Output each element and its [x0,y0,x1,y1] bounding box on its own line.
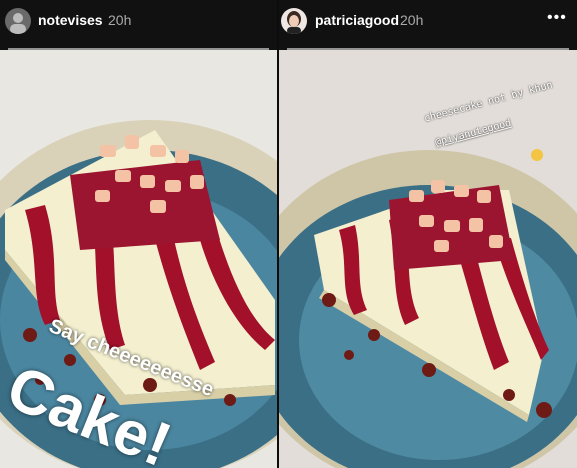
story-progress-bar [287,48,569,50]
story-progress-bar [8,48,269,50]
story-panel-notevises[interactable]: notevises 20h Say cheeeeeeesse Cake! [0,0,277,468]
avatar-image [281,8,307,34]
avatar-image [5,8,31,34]
avatar[interactable] [5,8,31,34]
grimacing-face-emoji-icon: grimacing-face-emoji [531,149,543,161]
story-username[interactable]: patriciagood [315,12,399,28]
more-options-icon[interactable]: ••• [547,9,567,27]
story-header: notevises 20h [0,0,277,50]
story-panel-patriciagood[interactable]: ••• patriciagood 20h ••• [279,0,577,468]
story-header: ••• patriciagood 20h ••• [279,0,577,50]
story-timestamp: 20h [400,12,424,28]
story-username[interactable]: notevises [38,12,103,28]
avatar[interactable] [281,8,307,34]
story-timestamp: 20h [108,12,132,28]
